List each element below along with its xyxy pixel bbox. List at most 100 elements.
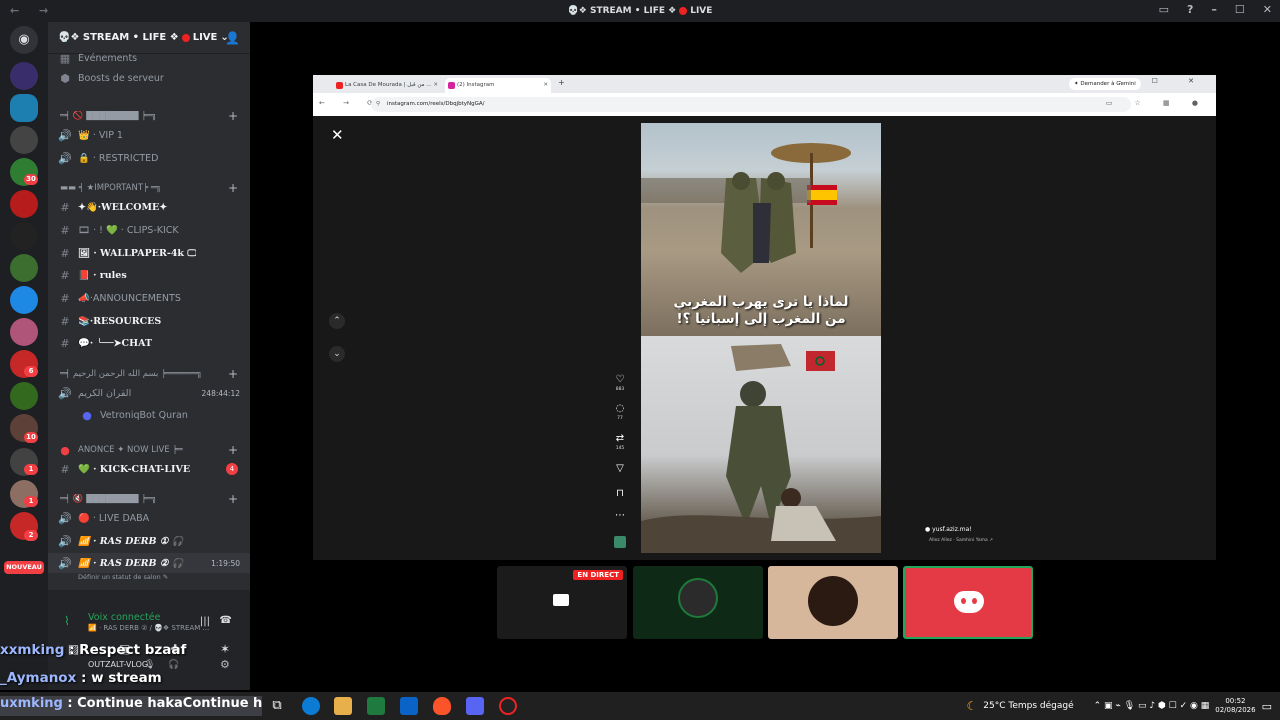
reel-author[interactable]: ● yusf.aziz.ma! bbox=[925, 526, 972, 533]
browser-toolbar-icons[interactable]: ▭ ☆ ▦ ● bbox=[1106, 99, 1208, 107]
reel-video[interactable]: لماذا يا ترى يهرب المغربي من المغرب إلى … bbox=[641, 123, 881, 553]
noise-suppression-icon[interactable]: ||| bbox=[200, 616, 210, 627]
channel-restricted[interactable]: 🔊 🔒 · RESTRICTED bbox=[48, 148, 250, 168]
close-button[interactable]: ✕ bbox=[1263, 3, 1272, 16]
server-icon[interactable] bbox=[10, 94, 38, 122]
add-channel-icon[interactable]: + bbox=[228, 492, 238, 506]
server-icon[interactable] bbox=[10, 126, 38, 154]
more-options-icon[interactable]: ⋯ bbox=[614, 510, 626, 521]
discord-taskbar-icon[interactable] bbox=[466, 697, 484, 715]
comment-icon[interactable]: ◌ bbox=[614, 403, 626, 414]
channel-ras-derb-2[interactable]: 🔊 📶 · RAS DERB ② 🎧 1:19:50 bbox=[48, 553, 250, 573]
add-channel-icon[interactable]: + bbox=[228, 367, 238, 381]
task-view-icon[interactable]: ⧉ bbox=[268, 697, 286, 715]
channel-announcements[interactable]: # 📣·ANNOUNCEMENTS bbox=[48, 288, 250, 308]
add-channel-icon[interactable]: + bbox=[228, 181, 238, 195]
store-icon[interactable] bbox=[367, 697, 385, 715]
channel-vip[interactable]: 🔊 👑 · VIP 1 bbox=[48, 125, 250, 145]
disconnect-icon[interactable]: ☎ bbox=[220, 615, 232, 626]
edge-icon[interactable] bbox=[302, 697, 320, 715]
category-header[interactable]: ▬▬ ╡ ★IMPORTANT╞ ═╗ + bbox=[48, 178, 250, 198]
channel-kick-chat[interactable]: # 💚 · KICK-CHAT-LIVE 4 bbox=[48, 459, 250, 479]
clock[interactable]: 00:52 02/08/2026 bbox=[1215, 697, 1255, 715]
add-channel-icon[interactable]: + bbox=[228, 109, 238, 123]
close-icon[interactable]: ✕ bbox=[331, 126, 344, 144]
set-status-hint[interactable]: Définir un statut de salon ✎ bbox=[78, 573, 168, 581]
channel-boosts[interactable]: ⬢ Boosts de serveur bbox=[48, 68, 250, 88]
hash-icon: # bbox=[60, 336, 70, 350]
address-bar[interactable]: ⚲ instagram.com/reels/DbqjbtyNgGA/ bbox=[371, 97, 1131, 112]
minimize-button[interactable]: – bbox=[1211, 3, 1217, 16]
next-reel-button[interactable]: ⌄ bbox=[329, 346, 345, 362]
mail-icon[interactable] bbox=[400, 697, 418, 715]
participant-tile-avatar[interactable] bbox=[633, 566, 763, 639]
live-dot-icon bbox=[181, 33, 190, 42]
browser-tab[interactable]: La Casa De Mourada | من قبل ... ✕ bbox=[333, 78, 441, 93]
add-member-icon[interactable]: 👤 bbox=[225, 31, 240, 45]
channel-chat[interactable]: # 💬· ╰──➤CHAT bbox=[48, 333, 250, 353]
gear-icon[interactable]: ⚙ bbox=[220, 658, 230, 671]
browser-tab-active[interactable]: (2) Instagram ✕ bbox=[445, 78, 551, 93]
inbox-icon[interactable]: ▭ bbox=[1159, 3, 1169, 16]
channel-clips[interactable]: # 🎞 · ! 💚 · CLIPS-KICK bbox=[48, 220, 250, 240]
maximize-button[interactable]: ☐ bbox=[1235, 3, 1245, 16]
history-nav-icons[interactable]: ← → bbox=[10, 4, 56, 17]
notification-icon[interactable]: ▭ bbox=[1262, 700, 1272, 713]
channel-wallpaper[interactable]: # 🖼 · WALLPAPER-4k 🖵 bbox=[48, 243, 250, 263]
new-badge: NOUVEAU bbox=[4, 561, 44, 574]
server-icon[interactable] bbox=[10, 254, 38, 282]
server-icon[interactable] bbox=[10, 62, 38, 90]
category-header[interactable]: ● ANONCE ✦ NOW LIVE ╞═ + bbox=[48, 440, 250, 460]
bot-avatar-icon: ● bbox=[82, 408, 92, 422]
channel-rules[interactable]: # 📕 · rules bbox=[48, 265, 250, 285]
add-channel-icon[interactable]: + bbox=[228, 443, 238, 457]
brave-icon[interactable] bbox=[433, 697, 451, 715]
hash-icon: # bbox=[60, 223, 70, 237]
member-name: VetroniqBot Quran bbox=[100, 409, 188, 421]
server-folder-icon[interactable] bbox=[10, 286, 38, 314]
speaker-icon: 🔊 bbox=[58, 556, 72, 570]
new-tab-icon[interactable]: + bbox=[558, 78, 565, 87]
share-icon[interactable]: ▽ bbox=[614, 463, 626, 474]
discord-home-icon[interactable]: ◉ bbox=[10, 26, 38, 54]
obs-icon[interactable] bbox=[499, 697, 517, 715]
participant-tile-discord[interactable] bbox=[903, 566, 1033, 639]
live-dot-icon bbox=[679, 7, 688, 15]
channel-label: 🔴 · LIVE DABA bbox=[78, 512, 150, 524]
voice-member[interactable]: ● VetroniqBot Quran bbox=[48, 405, 250, 425]
server-icon[interactable] bbox=[10, 382, 38, 410]
bookmark-icon[interactable]: ⊓ bbox=[614, 488, 626, 499]
category-header[interactable]: ═╡ 🚫 ████████ ╞═╗ + bbox=[48, 106, 250, 126]
like-icon[interactable]: ♡ bbox=[614, 374, 626, 385]
channel-quran[interactable]: 🔊 القرآن الكريم 248:44:12 bbox=[48, 383, 250, 403]
close-tab-icon[interactable]: ✕ bbox=[433, 78, 438, 93]
repost-icon[interactable]: ⇄ bbox=[614, 433, 626, 444]
participant-tile-avatar[interactable] bbox=[768, 566, 898, 639]
server-icon[interactable] bbox=[10, 318, 38, 346]
weather-text[interactable]: 25°C Temps dégagé bbox=[983, 701, 1073, 711]
reel-audio[interactable]: Allez Allez · Samhini Yama ↗ bbox=[929, 538, 993, 543]
help-icon[interactable]: ? bbox=[1187, 3, 1193, 16]
file-explorer-icon[interactable] bbox=[334, 697, 352, 715]
unread-badge: 1 bbox=[24, 464, 38, 475]
channel-welcome[interactable]: # ✦👋·WELCOME✦ bbox=[48, 197, 250, 217]
tray-icons[interactable]: ⌃ ▣ ⌁ 🎙 ▭ ♪ ⬢ ☐ ✓ ◉ ▦ bbox=[1094, 701, 1210, 711]
channel-live-daba[interactable]: 🔊 🔴 · LIVE DABA bbox=[48, 508, 250, 528]
channel-resources[interactable]: # 📚·RESOURCES bbox=[48, 311, 250, 331]
channel-ras-derb-1[interactable]: 🔊 📶 · RAS DERB ① 🎧 bbox=[48, 531, 250, 551]
server-icon[interactable] bbox=[10, 222, 38, 250]
server-icon[interactable] bbox=[10, 190, 38, 218]
audio-thumbnail-icon[interactable] bbox=[614, 536, 626, 548]
site-info-icon[interactable]: ⚲ bbox=[376, 97, 380, 112]
category-header[interactable]: ═╡ 🔇 ████████ ╞═╗ + bbox=[48, 489, 250, 509]
soldier-scene-graphic bbox=[641, 344, 881, 553]
participant-tile-stream[interactable]: EN DIRECT bbox=[497, 566, 627, 639]
category-header[interactable]: ═╡ بسم الله الرحمن الرحيم ╞══════╗ + bbox=[48, 364, 250, 384]
channel-events[interactable]: ▦ Événements bbox=[48, 48, 250, 68]
close-tab-icon[interactable]: ✕ bbox=[543, 78, 548, 93]
soundboard-icon[interactable]: ✶ bbox=[220, 642, 230, 656]
window-controls[interactable]: – ☐ ✕ bbox=[1118, 77, 1208, 85]
weather-moon-icon[interactable]: ☾ bbox=[967, 699, 978, 713]
previous-reel-button[interactable]: ⌃ bbox=[329, 313, 345, 329]
speaker-icon: 🔊 bbox=[58, 534, 72, 548]
